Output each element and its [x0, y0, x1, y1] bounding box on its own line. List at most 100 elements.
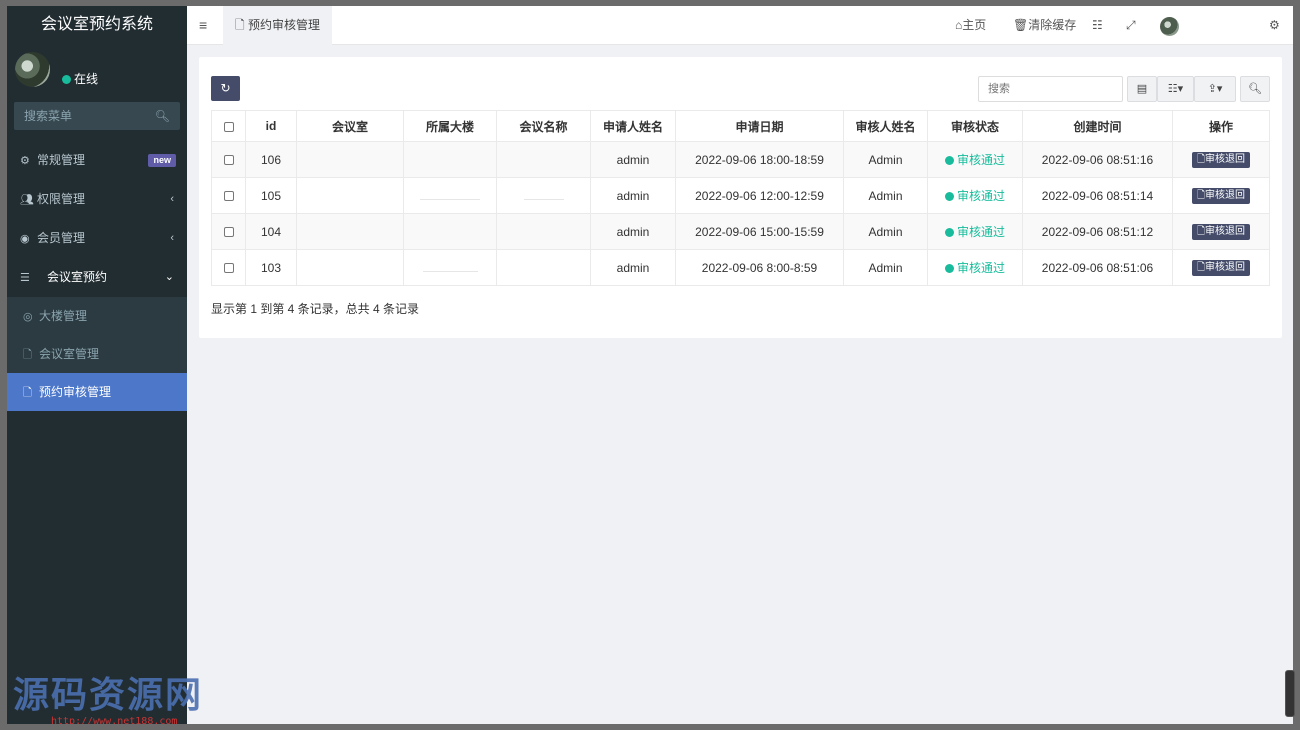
avatar[interactable] — [15, 52, 50, 87]
table-row: 106 admin 2022-09-06 18:00-18:59 Admin 审… — [211, 141, 1270, 178]
group-icon: 👥︎ — [20, 194, 34, 206]
column-header[interactable]: 申请日期 — [675, 110, 844, 142]
menu-search-input[interactable]: 搜索菜单 🔍︎ — [14, 102, 180, 130]
return-review-button[interactable]: 🗋审核退回 — [1191, 260, 1251, 276]
room-cell — [296, 177, 404, 214]
chevron-down-icon: ⌄ — [164, 271, 174, 283]
search-icon[interactable]: 🔍︎ — [155, 102, 170, 130]
sidebar-item-reviews[interactable]: 🗋 预约审核管理 — [7, 373, 187, 411]
table-row: 103 admin 2022-09-06 8:00-8:59 Admin 审核通… — [211, 249, 1270, 286]
created-cell: 2022-09-06 08:51:14 — [1022, 177, 1173, 214]
sidebar: 会议室预约系统 在线 搜索菜单 🔍︎ ⚙ 常规管理 new 👥︎ 权限管理 ‹ ◉ 会… — [7, 6, 187, 724]
action-cell: 🗋审核退回 — [1172, 213, 1270, 250]
meeting-name-cell — [496, 213, 591, 250]
sidebar-item-general[interactable]: ⚙ 常规管理 new — [7, 141, 187, 180]
action-cell: 🗋审核退回 — [1172, 141, 1270, 178]
building-cell — [403, 249, 497, 286]
refresh-button[interactable]: ↻ — [211, 76, 240, 101]
return-review-button[interactable]: 🗋审核退回 — [1191, 224, 1251, 240]
status-dot-icon — [944, 156, 954, 165]
row-select-cell[interactable] — [211, 141, 246, 178]
column-header[interactable]: id — [245, 110, 297, 142]
return-review-button[interactable]: 🗋审核退回 — [1191, 152, 1251, 168]
fullscreen-icon[interactable]: ⤢ — [1126, 6, 1136, 45]
id-cell: 103 — [245, 249, 297, 286]
export-button[interactable]: ⇪▾ — [1194, 76, 1236, 102]
date-cell: 2022-09-06 12:00-12:59 — [675, 177, 844, 214]
status-dot-icon — [62, 75, 71, 84]
status-cell[interactable]: 审核通过 — [927, 249, 1023, 286]
header-avatar[interactable] — [1160, 17, 1179, 36]
row-checkbox[interactable] — [223, 191, 234, 202]
user-panel: 在线 — [7, 44, 187, 102]
id-cell: 105 — [245, 177, 297, 214]
created-cell: 2022-09-06 08:51:06 — [1022, 249, 1173, 286]
sidebar-item-label: 会员管理 — [37, 231, 86, 245]
online-status: 在线 — [62, 70, 98, 87]
sidebar-menu: ⚙ 常规管理 new 👥︎ 权限管理 ‹ ◉ 会员管理 ‹ ☰ 会议室预约 ⌄ ◎ 大楼管… — [7, 141, 187, 411]
table-search-input[interactable] — [978, 76, 1123, 102]
side-handle[interactable] — [1285, 670, 1295, 717]
sidebar-subitem-label: 预约审核管理 — [39, 385, 112, 399]
columns-button[interactable]: ☷▾ — [1157, 76, 1194, 102]
sidebar-item-permissions[interactable]: 👥︎ 权限管理 ‹ — [7, 180, 187, 219]
room-cell — [296, 141, 404, 178]
row-checkbox[interactable] — [223, 155, 234, 166]
sidebar-item-buildings[interactable]: ◎ 大楼管理 — [7, 297, 187, 335]
refresh-icon: ↻ — [220, 81, 231, 95]
column-header[interactable]: 创建时间 — [1022, 110, 1173, 142]
status-cell[interactable]: 审核通过 — [927, 213, 1023, 250]
settings-icon[interactable]: ⚙ — [1269, 6, 1280, 45]
return-review-button[interactable]: 🗋审核退回 — [1191, 188, 1251, 204]
status-cell[interactable]: 审核通过 — [927, 177, 1023, 214]
applicant-cell: admin — [590, 177, 676, 214]
status-badge: 审核通过 — [956, 261, 1005, 275]
sidebar-item-label: 会议室预约 — [47, 270, 108, 284]
chevron-left-icon: ‹ — [170, 193, 174, 205]
column-header[interactable]: 审核人姓名 — [843, 110, 928, 142]
row-checkbox[interactable] — [223, 263, 234, 274]
bookings-table: id 会议室 所属大楼 会议名称 申请人姓名 申请日期 审核人姓名 审核状态 创… — [211, 110, 1270, 286]
select-all-cell[interactable] — [211, 110, 246, 142]
sidebar-item-booking[interactable]: ☰ 会议室预约 ⌄ — [7, 258, 187, 297]
brand-title[interactable]: 会议室预约系统 — [7, 6, 187, 44]
grid-icon: ☷ — [1167, 83, 1178, 95]
column-header[interactable]: 申请人姓名 — [590, 110, 676, 142]
file-icon: 🗋 — [1196, 262, 1206, 273]
row-select-cell[interactable] — [211, 213, 246, 250]
tab-reviews[interactable]: 🗋 预约审核管理 — [223, 6, 333, 45]
watermark-url: http://www.net188.com — [51, 716, 178, 724]
home-link[interactable]: ⌂主页 — [955, 6, 986, 45]
status-cell[interactable]: 审核通过 — [927, 141, 1023, 178]
column-header[interactable]: 审核状态 — [927, 110, 1023, 142]
row-select-cell[interactable] — [211, 249, 246, 286]
column-header[interactable]: 会议名称 — [496, 110, 591, 142]
row-select-cell[interactable] — [211, 177, 246, 214]
search-button[interactable]: 🔍︎ — [1240, 76, 1270, 102]
clear-cache-link[interactable]: 🗑︎清除缓存 — [1013, 6, 1076, 45]
column-header[interactable]: 会议室 — [296, 110, 404, 142]
reviewer-cell: Admin — [843, 213, 928, 250]
file-icon: 🗋 — [23, 349, 32, 361]
sidebar-item-members[interactable]: ◉ 会员管理 ‹ — [7, 219, 187, 258]
toggle-view-button[interactable]: ▤ — [1127, 76, 1157, 102]
row-checkbox[interactable] — [223, 227, 234, 238]
new-badge: new — [148, 154, 176, 167]
file-icon: 🗋 — [1196, 190, 1206, 201]
status-badge: 审核通过 — [956, 189, 1005, 203]
menu-toggle-icon[interactable]: ≡ — [199, 6, 207, 45]
select-all-checkbox[interactable] — [223, 121, 234, 132]
home-label: 主页 — [962, 18, 987, 32]
file-icon: 🗋 — [1196, 226, 1206, 237]
language-icon[interactable]: ☷ — [1092, 6, 1103, 45]
app-window: 会议室预约系统 在线 搜索菜单 🔍︎ ⚙ 常规管理 new 👥︎ 权限管理 ‹ ◉ 会… — [7, 6, 1293, 724]
action-cell: 🗋审核退回 — [1172, 249, 1270, 286]
sidebar-item-rooms[interactable]: 🗋 会议室管理 — [7, 335, 187, 373]
status-dot-icon — [944, 228, 954, 237]
search-icon: 🔍︎ — [1248, 83, 1262, 95]
applicant-cell: admin — [590, 249, 676, 286]
column-header[interactable]: 所属大楼 — [403, 110, 497, 142]
meeting-name-cell — [496, 141, 591, 178]
reviewer-cell: Admin — [843, 177, 928, 214]
date-cell: 2022-09-06 15:00-15:59 — [675, 213, 844, 250]
